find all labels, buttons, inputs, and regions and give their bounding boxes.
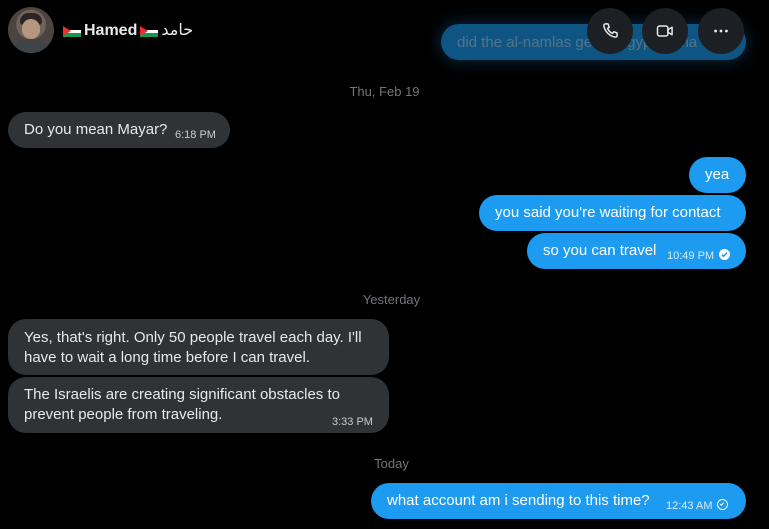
date-separator: Thu, Feb 19 <box>349 84 420 99</box>
contact-name[interactable]: Hamed حامد <box>63 20 193 42</box>
message-text: you said you're waiting for contact <box>495 204 721 221</box>
phone-icon <box>603 23 618 38</box>
incoming-message[interactable]: Do you mean Mayar? 6:18 PM <box>8 112 230 148</box>
seen-check-icon <box>719 249 731 260</box>
message-text: what account am i sending to this time? <box>387 492 650 509</box>
message-text: Do you mean Mayar? <box>24 121 168 138</box>
message-time: 10:49 PM <box>667 250 715 262</box>
palestine-flag-icon <box>140 25 159 37</box>
message-text: The Israelis are creating significant ob… <box>24 386 340 423</box>
video-call-button[interactable] <box>642 8 688 54</box>
contact-arabic-name: حامد <box>161 22 194 39</box>
sent-check-icon <box>717 499 729 510</box>
outgoing-message[interactable]: so you can travel 10:49 PM <box>527 233 746 269</box>
more-options-button[interactable] <box>698 8 744 54</box>
date-separator: Yesterday <box>362 292 421 307</box>
message-text: Yes, that's right. Only 50 people travel… <box>24 329 362 366</box>
incoming-message[interactable]: Yes, that's right. Only 50 people travel… <box>8 319 389 375</box>
call-button[interactable] <box>587 8 633 54</box>
message-time: 6:18 PM <box>175 129 216 141</box>
message-text: yea <box>705 166 730 183</box>
avatar[interactable] <box>8 7 54 53</box>
incoming-message[interactable]: The Israelis are creating significant ob… <box>8 377 389 433</box>
date-separator: Today <box>374 456 409 471</box>
contact-name-text: Hamed <box>84 22 138 39</box>
outgoing-message[interactable]: what account am i sending to this time? … <box>371 483 746 519</box>
message-time: 12:43 AM <box>666 500 713 512</box>
video-icon <box>656 25 673 37</box>
message-text: so you can travel <box>543 242 657 259</box>
palestine-flag-icon <box>63 25 81 37</box>
more-icon <box>714 29 728 33</box>
message-time: 3:33 PM <box>332 416 373 428</box>
outgoing-message[interactable]: yea <box>689 157 746 193</box>
outgoing-message[interactable]: you said you're waiting for contact <box>479 195 746 231</box>
